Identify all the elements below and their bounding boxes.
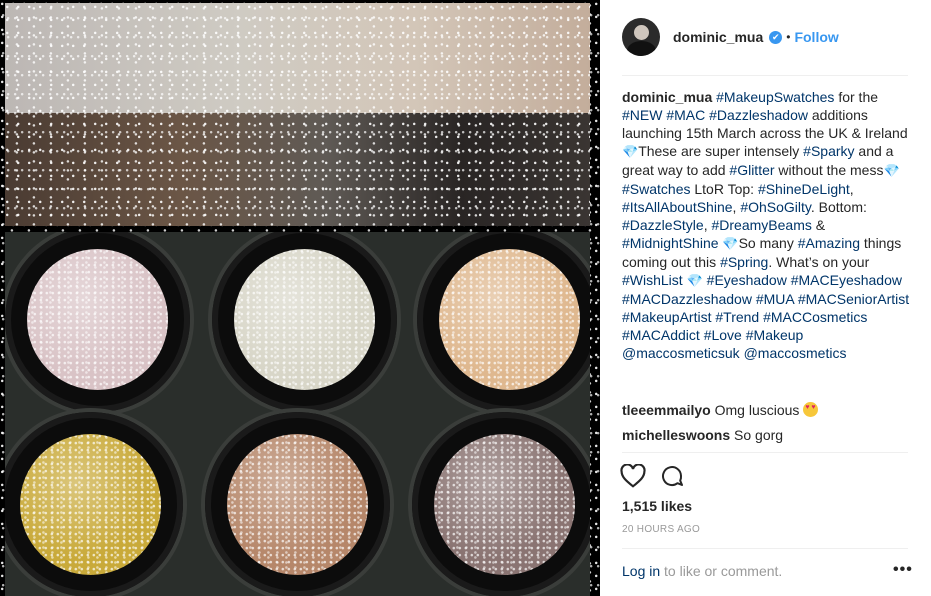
post-timestamp[interactable]: 20 HOURS AGO bbox=[622, 524, 700, 535]
hashtag-link[interactable]: #Trend bbox=[715, 309, 759, 325]
eyeshadow-palette bbox=[5, 232, 590, 596]
hashtag-link[interactable]: #Spring bbox=[720, 254, 768, 270]
eyeshadow-pan bbox=[412, 412, 590, 596]
eyeshadow-pan bbox=[205, 412, 390, 596]
hashtag-link[interactable]: #MACEyeshadow bbox=[791, 272, 902, 288]
footer-divider bbox=[622, 548, 908, 549]
caption-text: without the mess bbox=[774, 162, 884, 178]
hashtag-link[interactable]: #DreamyBeams bbox=[711, 217, 811, 233]
hashtag-link[interactable]: #ItsAllAboutShine bbox=[622, 199, 733, 215]
speech-bubble-icon[interactable] bbox=[660, 464, 684, 493]
hashtag-link[interactable]: #Glitter bbox=[729, 162, 774, 178]
action-bar bbox=[620, 463, 684, 493]
follow-button[interactable]: Follow bbox=[794, 29, 838, 45]
hashtag-link[interactable]: #Amazing bbox=[798, 235, 860, 251]
hashtag-link[interactable]: @maccosmetics bbox=[744, 345, 847, 361]
heart-eyes-icon bbox=[803, 402, 819, 417]
comments-divider bbox=[622, 452, 908, 453]
eyeshadow-color bbox=[20, 434, 161, 575]
post-photo[interactable] bbox=[0, 0, 600, 596]
gem-emoji-icon: 💎 bbox=[722, 236, 739, 251]
login-prompt: Log in to like or comment. bbox=[622, 563, 782, 579]
caption-text: . What’s on your bbox=[768, 254, 870, 270]
hashtag-link[interactable]: #DazzleStyle bbox=[622, 217, 704, 233]
eyeshadow-color bbox=[439, 249, 580, 390]
eyeshadow-pan bbox=[5, 232, 190, 412]
eyeshadow-pan bbox=[5, 412, 183, 596]
hashtag-link[interactable]: #WishList bbox=[622, 272, 683, 288]
eyeshadow-pan bbox=[417, 232, 590, 412]
heart-outline-icon[interactable] bbox=[620, 463, 646, 493]
avatar[interactable] bbox=[622, 18, 660, 56]
eyeshadow-color bbox=[234, 249, 375, 390]
hashtag-link[interactable]: #Swatches bbox=[622, 181, 690, 197]
caption-text: LtoR Top: bbox=[690, 181, 758, 197]
eyeshadow-color bbox=[27, 249, 168, 390]
comment: michelleswoons So gorg bbox=[622, 427, 783, 443]
hashtag-link[interactable]: #MakeupArtist bbox=[622, 309, 711, 325]
gem-emoji-icon: 💎 bbox=[622, 144, 639, 159]
more-options-icon[interactable]: ••• bbox=[893, 561, 913, 579]
hashtag-link[interactable]: #Makeup bbox=[746, 327, 804, 343]
comment-author[interactable]: tleeemmailyo bbox=[622, 402, 711, 418]
hashtag-link[interactable]: #MACSeniorArtist bbox=[798, 291, 909, 307]
hashtag-link[interactable]: #MAC bbox=[666, 107, 705, 123]
comment-author[interactable]: michelleswoons bbox=[622, 427, 730, 443]
caption-text: So many bbox=[738, 235, 798, 251]
comment-text: So gorg bbox=[734, 427, 784, 443]
eyeshadow-color bbox=[227, 434, 368, 575]
separator-dot: • bbox=[786, 30, 791, 44]
hashtag-link[interactable]: @maccosmeticsuk bbox=[622, 345, 740, 361]
hashtag-link[interactable]: #MakeupSwatches bbox=[716, 89, 834, 105]
hashtag-link[interactable]: #OhSoGilty bbox=[740, 199, 811, 215]
swatch-sparkle bbox=[5, 3, 590, 226]
author-username[interactable]: dominic_mua bbox=[673, 29, 763, 45]
post-caption: dominic_mua #MakeupSwatches for the #NEW… bbox=[622, 88, 912, 362]
login-link[interactable]: Log in bbox=[622, 563, 660, 579]
comment: tleeemmailyo Omg luscious bbox=[622, 402, 819, 418]
arm-swatches bbox=[5, 3, 590, 226]
caption-text: for the bbox=[834, 89, 879, 105]
eyeshadow-pan bbox=[212, 232, 397, 412]
hashtag-link[interactable]: #Eyeshadow bbox=[707, 272, 787, 288]
header-divider bbox=[622, 75, 908, 76]
hashtag-link[interactable]: #NEW bbox=[622, 107, 662, 123]
caption-author[interactable]: dominic_mua bbox=[622, 89, 712, 105]
hashtag-link[interactable]: #MidnightShine bbox=[622, 235, 719, 251]
hashtag-link[interactable]: #ShineDeLight bbox=[758, 181, 850, 197]
hashtag-link[interactable]: #MACCosmetics bbox=[763, 309, 867, 325]
verified-badge-icon: ✔ bbox=[769, 30, 783, 44]
hashtag-link[interactable]: #MUA bbox=[756, 291, 794, 307]
caption-text: , bbox=[849, 181, 854, 197]
post-sidebar: dominic_mua ✔ • Follow dominic_mua #Make… bbox=[607, 0, 931, 596]
eyeshadow-color bbox=[434, 434, 575, 575]
hashtag-link[interactable]: #MACDazzleshadow bbox=[622, 291, 752, 307]
caption-text: These are super intensely bbox=[638, 143, 804, 159]
hashtag-link[interactable]: #Dazzleshadow bbox=[709, 107, 808, 123]
like-count[interactable]: 1,515 likes bbox=[622, 498, 692, 514]
hashtag-link[interactable]: #Sparky bbox=[803, 143, 854, 159]
gem-emoji-icon: 💎 bbox=[883, 163, 900, 178]
gem-emoji-icon: 💎 bbox=[686, 273, 703, 288]
login-prompt-text: to like or comment. bbox=[660, 563, 783, 579]
caption-text: & bbox=[811, 217, 826, 233]
comment-text: Omg luscious bbox=[714, 402, 804, 418]
hashtag-link[interactable]: #MACAddict bbox=[622, 327, 700, 343]
caption-text: . Bottom: bbox=[810, 199, 867, 215]
hashtag-link[interactable]: #Love bbox=[704, 327, 742, 343]
post-header: dominic_mua ✔ • Follow bbox=[622, 16, 839, 58]
